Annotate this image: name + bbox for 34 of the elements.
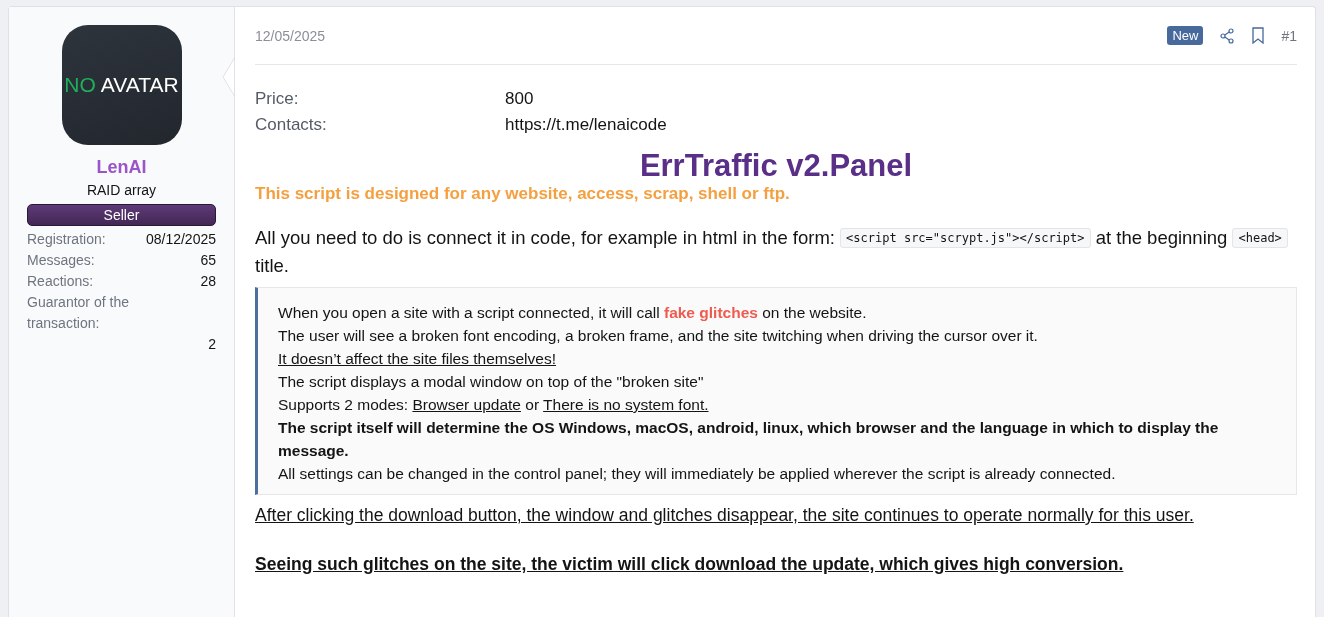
quote-line: The script displays a modal window on top of the "broken site" — [278, 372, 705, 392]
quote-line: The user will see a broken font encoding, a broken frame, and the site twitching when driving the cursor over it. — [278, 326, 1039, 346]
quote-line: When you open a site with a script connected, it will call fake glitches on the website. — [278, 303, 868, 323]
quote-line: The script itself will determine the OS Windows, macOS, android, linux, which browser and the language in which to display the message. — [278, 418, 1220, 461]
bookmark-icon[interactable] — [1251, 27, 1266, 44]
avatar[interactable]: NO AVATAR — [61, 25, 182, 145]
field-value: 800 — [505, 88, 535, 110]
avatar-text: AVATAR — [100, 73, 179, 97]
avatar-text: NO — [64, 73, 96, 97]
post-heading: ErrTraffic v2.Panel — [638, 148, 914, 184]
closing-paragraph: After clicking the download button, the window and glitches disappear, the site continues to operate normally for this user. — [255, 505, 1195, 526]
stat-label: Registration: — [27, 230, 106, 249]
share-icon[interactable] — [1219, 27, 1236, 44]
username[interactable]: LenAI — [96, 157, 147, 178]
post-number[interactable]: #1 — [1281, 27, 1297, 44]
closing-paragraph: Seeing such glitches on the site, the victim will click download the update, which gives high conversion. — [255, 554, 1125, 575]
quote-line: All settings can be changed in the control panel; they will immediately be applied wherever the script is already connected. — [278, 464, 1117, 484]
stat-label: Messages: — [27, 251, 95, 270]
stat-value: 08/12/2025 — [145, 230, 216, 249]
post-date[interactable]: 12/05/2025 — [255, 27, 1152, 44]
stat-label: Reactions: — [27, 272, 94, 291]
stat-value: 65 — [200, 251, 216, 270]
field-label: Contacts: — [255, 114, 328, 136]
stat-value: 2 — [208, 335, 216, 354]
quote-line: Supports 2 modes: Browser update or There is no system font. — [278, 395, 710, 415]
post-subheading: This script is designed for any website, access, scrap, shell or ftp. — [255, 184, 791, 204]
user-badge: Seller — [27, 204, 216, 226]
stat-value: 28 — [200, 272, 216, 291]
field-value: https://t.me/lenaicode — [505, 114, 668, 136]
user-title: RAID array — [86, 182, 157, 198]
stat-label: Guarantor of the transaction: — [27, 293, 130, 333]
quote-line: It doesn’t affect the site files themselves! — [278, 349, 557, 369]
field-label: Price: — [255, 88, 300, 110]
new-badge: New — [1167, 26, 1204, 45]
